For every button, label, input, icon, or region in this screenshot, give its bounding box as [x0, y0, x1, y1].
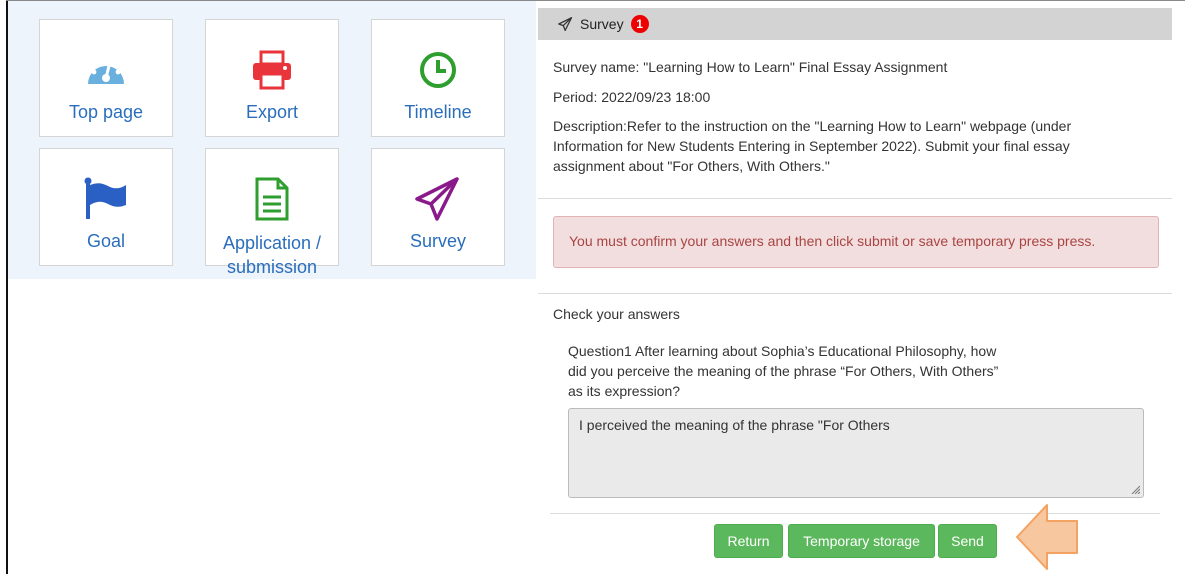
survey-description: Description:Refer to the instruction on …	[553, 118, 1072, 174]
tile-label: Application / submission	[222, 233, 322, 277]
tile-timeline[interactable]: Timeline	[371, 19, 505, 137]
panel-title: Survey	[580, 16, 624, 32]
temporary-storage-button[interactable]: Temporary storage	[788, 524, 935, 558]
tile-label: Timeline	[404, 102, 472, 122]
highlight-arrow-icon	[1016, 504, 1078, 570]
tile-goal[interactable]: Goal	[39, 148, 173, 266]
survey-name: Survey name: "Learning How to Learn" Fin…	[553, 59, 948, 75]
send-button[interactable]: Send	[938, 524, 997, 558]
tile-label: Export	[245, 102, 299, 122]
return-button[interactable]: Return	[714, 524, 783, 558]
divider	[538, 293, 1172, 294]
tile-label: Survey	[409, 231, 467, 251]
question-text: Question1 After learning about Sophia’s …	[568, 343, 999, 399]
answer-text: I perceived the meaning of the phrase "F…	[579, 417, 890, 433]
clock-icon	[372, 50, 504, 90]
survey-panel-header: Survey 1	[538, 8, 1172, 40]
tile-top-page[interactable]: Top page	[39, 19, 173, 137]
survey-panel: Survey 1 Survey name: "Learning How to L…	[538, 8, 1172, 574]
answer-textarea[interactable]: I perceived the meaning of the phrase "F…	[568, 408, 1144, 498]
tile-label: Top page	[68, 102, 144, 122]
printer-icon	[206, 50, 338, 90]
tile-export[interactable]: Export	[205, 19, 339, 137]
survey-period: Period: 2022/09/23 18:00	[553, 89, 711, 105]
dashboard-icon	[40, 50, 172, 90]
paper-plane-icon	[372, 177, 504, 221]
alert-message: You must confirm your answers and then c…	[553, 216, 1159, 268]
menu-tile-panel: Top page Export Timeline Goal Applicatio…	[8, 1, 536, 279]
check-answers-heading: Check your answers	[553, 306, 680, 322]
flag-icon	[40, 177, 172, 219]
tile-application-submission[interactable]: Application / submission	[205, 148, 339, 277]
divider	[538, 198, 1172, 199]
tile-label: Goal	[86, 231, 126, 251]
resize-handle-icon[interactable]	[1130, 484, 1140, 494]
document-icon	[206, 177, 338, 221]
paper-plane-icon	[558, 17, 573, 31]
notification-badge: 1	[630, 15, 649, 33]
tile-survey[interactable]: Survey	[371, 148, 505, 266]
